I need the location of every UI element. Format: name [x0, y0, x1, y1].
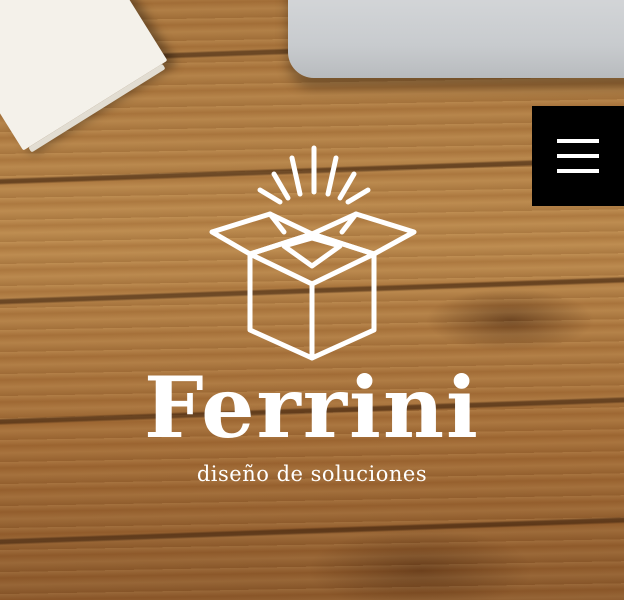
menu-button[interactable]: [532, 106, 624, 206]
brand-tagline: diseño de soluciones: [196, 462, 428, 486]
open-box-icon: [209, 145, 417, 361]
laptop: [288, 0, 624, 78]
brand-name: Ferrini: [144, 358, 480, 457]
hamburger-menu-icon: [557, 139, 599, 173]
